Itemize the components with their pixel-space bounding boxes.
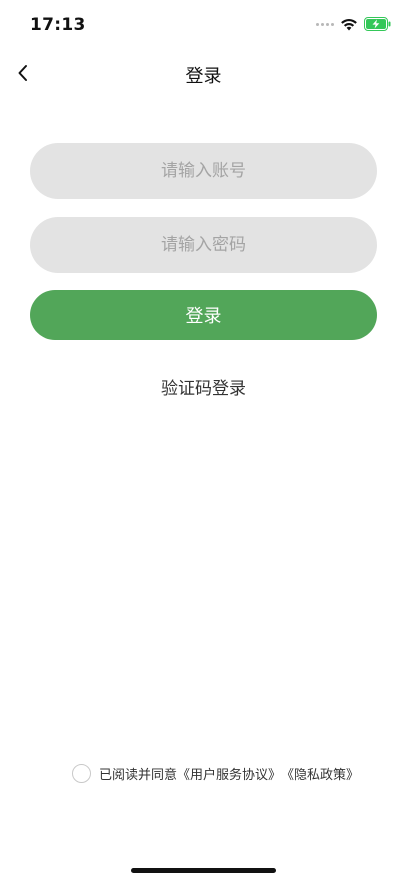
status-time: 17:13 [30,15,86,35]
page-title: 登录 [185,66,222,87]
privacy-policy-link[interactable]: 《隐私政策》 [281,764,359,783]
agreement-prefix: 已阅读并同意 [99,767,178,783]
sms-code-login-link[interactable]: 验证码登录 [0,374,407,399]
agreement-checkbox[interactable] [72,763,91,783]
navigation-bar: 登录 [0,50,407,96]
status-indicators [316,16,391,32]
user-agreement-link[interactable]: 《用户服务协议》 [177,764,281,783]
login-screen: 17:13 登录 请输入账号 登录 验证码登录 已阅读并同意 《用户服务协议》 … [0,0,407,883]
battery-charging-icon [364,17,391,31]
login-button[interactable]: 登录 [30,290,377,340]
cellular-signal-icon [316,22,334,26]
home-indicator [131,868,276,873]
password-input[interactable] [30,217,377,273]
account-input[interactable] [30,143,377,199]
agreement-row: 已阅读并同意 《用户服务协议》 《隐私政策》 [72,762,359,784]
wifi-icon [340,18,358,31]
status-bar: 17:13 [0,0,407,48]
